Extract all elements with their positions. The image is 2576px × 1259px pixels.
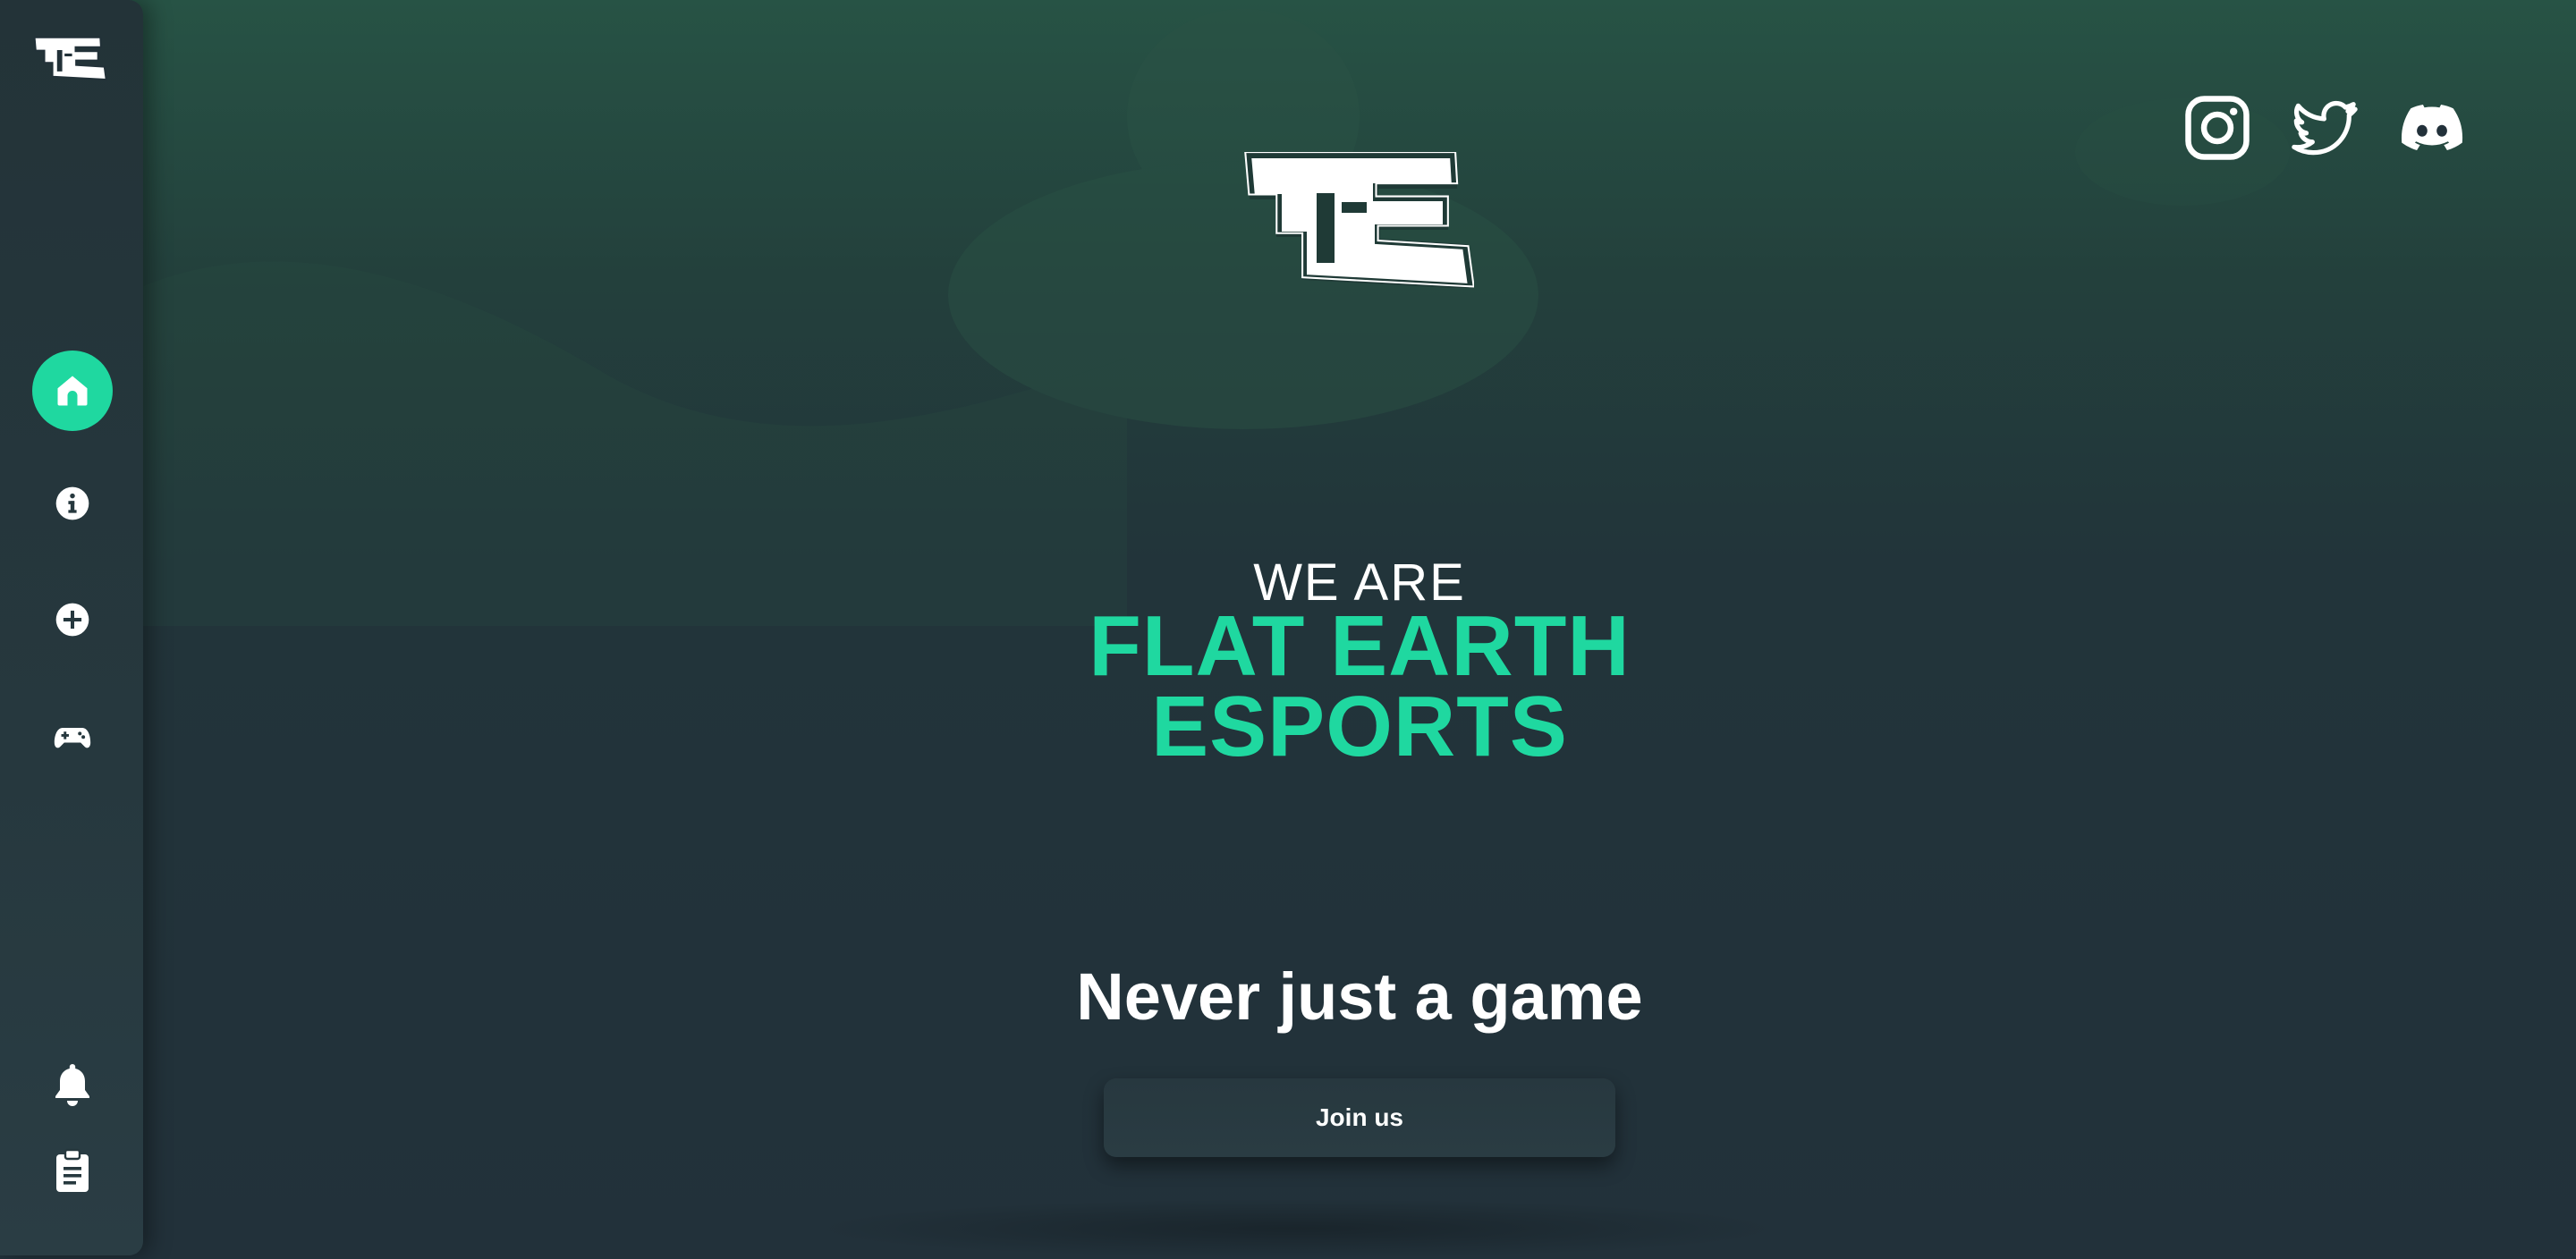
fe-logo-icon — [1244, 152, 1474, 288]
twitter-link[interactable] — [2290, 93, 2360, 163]
gamepad-icon — [54, 728, 91, 748]
discord-link[interactable] — [2397, 93, 2467, 163]
hero-slogan: Never just a game — [1076, 959, 1643, 1034]
nav-about-button[interactable] — [32, 463, 113, 544]
hero-title-line2: ESPORTS — [1151, 679, 1568, 774]
clipboard-button[interactable] — [32, 1139, 113, 1202]
notifications-button[interactable] — [32, 1053, 113, 1116]
bottom-shadow — [805, 1198, 1789, 1259]
instagram-icon — [2185, 96, 2250, 160]
twitter-icon — [2292, 100, 2358, 156]
plus-circle-icon — [55, 603, 89, 637]
nav-games-button[interactable] — [32, 697, 113, 778]
discord-icon — [2401, 105, 2463, 151]
home-icon — [57, 376, 88, 406]
nav-home-button[interactable] — [32, 351, 113, 431]
hero-title-line1: FLAT EARTH — [1089, 598, 1631, 694]
join-us-button[interactable]: Join us — [1104, 1078, 1615, 1157]
instagram-link[interactable] — [2182, 93, 2252, 163]
fe-logo-icon[interactable] — [32, 32, 107, 84]
clipboard-icon — [56, 1148, 89, 1192]
bell-icon — [55, 1064, 89, 1106]
info-icon — [55, 486, 89, 520]
landing-page: WE ARE FLAT EARTH ESPORTS Never just a g… — [0, 0, 2576, 1259]
nav-join-button[interactable] — [32, 579, 113, 660]
sidebar — [0, 0, 143, 1255]
hero-title: FLAT EARTH ESPORTS — [894, 598, 1825, 774]
